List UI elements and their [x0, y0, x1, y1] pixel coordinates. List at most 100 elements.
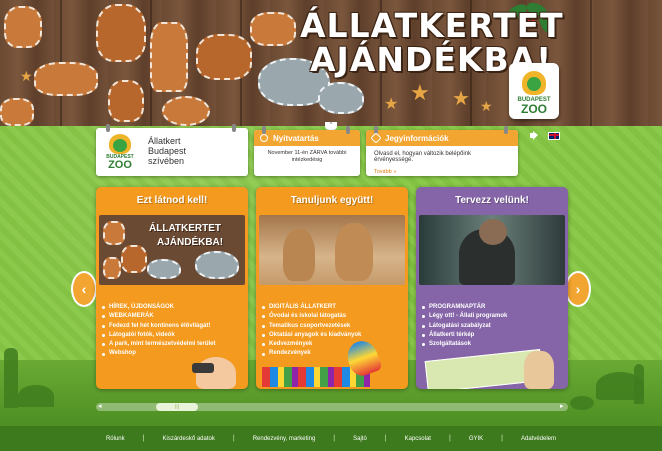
- carousel-prev-button[interactable]: ‹: [71, 271, 97, 307]
- slider-right-arrow[interactable]: ▸: [560, 402, 564, 410]
- zoo-tagline-line1: Állatkert: [148, 136, 181, 146]
- wood-plank-line: [590, 0, 592, 126]
- ticket-info-card[interactable]: Jegyinformációk Olvasd el, hogyan változ…: [366, 126, 518, 176]
- gingerbread-lion-cookie: [196, 34, 252, 80]
- gingerbread-round-cookie: [162, 96, 210, 126]
- list-item[interactable]: Látogatói fotók, videók: [102, 331, 215, 340]
- footer-separator: |: [232, 435, 235, 442]
- footer-link-faq[interactable]: GYIK: [469, 436, 483, 442]
- gingerbread-cookie: [103, 257, 121, 279]
- gray-elephant-cookie: [147, 259, 181, 279]
- fennec-fox-figure: [524, 351, 554, 389]
- image-title-line1: ÁLLATKERTET: [149, 223, 222, 234]
- list-item[interactable]: Oktatási anyagok és kiadványok: [262, 331, 361, 340]
- gray-hedgehog-cookie: [318, 82, 364, 114]
- holiday-banner[interactable]: ★ ★ ★ ★ ★ ÁLLATKERTET AJÁNDÉKBA! BUDAPES…: [0, 0, 662, 126]
- ticket-info-title: Jegyinformációk: [385, 133, 449, 143]
- antelope-silhouette-icon: [570, 396, 594, 410]
- star-cookie-icon: ★: [384, 96, 399, 113]
- star-cookie-icon: ★: [452, 88, 470, 110]
- child-figure: [196, 357, 236, 389]
- list-item[interactable]: Óvodai és iskolai látogatás: [262, 312, 361, 321]
- zoo-logo[interactable]: BUDAPEST ZOO: [104, 134, 136, 172]
- ticket-icon: [370, 132, 382, 144]
- footer-separator: |: [501, 435, 503, 442]
- panel-plan-with-us[interactable]: Tervezz velünk! PROGRAMNAPTÁR Légy ott! …: [416, 187, 568, 389]
- opening-hours-title: Nyitvatartás: [273, 133, 319, 143]
- pin-icon: [106, 124, 110, 132]
- list-item[interactable]: WEBKAMERÁK: [102, 312, 215, 321]
- carousel-scrollbar-thumb[interactable]: |||: [156, 403, 198, 411]
- list-item[interactable]: Fedezd fel hét kontinens élővilágát!: [102, 322, 215, 331]
- binoculars-icon: [192, 363, 214, 373]
- gingerbread-cookie: [103, 221, 125, 245]
- list-item[interactable]: Légy ott! - Állati programok: [422, 312, 507, 321]
- footer-separator: |: [384, 435, 387, 442]
- gingerbread-giraffe-cookie: [150, 22, 188, 92]
- logo-zoo-text: ZOO: [521, 102, 547, 116]
- footer-link-press[interactable]: Sajtó: [353, 436, 367, 442]
- books-and-parrot-image: [256, 336, 408, 389]
- english-flag-icon[interactable]: [548, 131, 560, 140]
- prairie-dogs-image[interactable]: [259, 215, 405, 285]
- opening-hours-header[interactable]: Nyitvatartás: [254, 130, 360, 146]
- gray-elephant-cookie: [195, 251, 239, 279]
- footer-link-contact[interactable]: Kapcsolat: [405, 436, 431, 442]
- panel-must-see[interactable]: Ezt látnod kell! ÁLLATKERTET AJÁNDÉKBA! …: [96, 187, 248, 389]
- carousel-next-button[interactable]: ›: [565, 271, 591, 307]
- list-item[interactable]: DIGITÁLIS ÁLLATKERT: [262, 303, 361, 312]
- map-and-fox-image: [416, 349, 568, 389]
- list-item[interactable]: Tematikus csoportvezetések: [262, 322, 361, 331]
- list-item[interactable]: Állatkerti térkép: [422, 331, 507, 340]
- list-item[interactable]: Látogatási szabályzat: [422, 322, 507, 331]
- panel-title: Tanuljunk együtt!: [290, 195, 374, 206]
- opening-hours-text: November 11-én ZÁRVA további intézkedési…: [267, 150, 347, 163]
- zoo-logo-tag[interactable]: BUDAPEST ZOO: [509, 63, 559, 119]
- zookeeper-image[interactable]: [419, 215, 565, 285]
- footer-separator: |: [333, 435, 336, 442]
- star-cookie-icon: ★: [480, 98, 493, 114]
- list-item[interactable]: HÍREK, ÚJDONSÁGOK: [102, 303, 215, 312]
- gingerbread-cookie: [4, 6, 42, 48]
- gingerbread-cookie: [121, 245, 147, 273]
- utility-controls: [530, 131, 560, 140]
- gingerbread-owl-cookie: [108, 80, 144, 122]
- collapse-header-tab[interactable]: ^: [325, 122, 337, 130]
- panel-title: Ezt látnod kell!: [136, 195, 208, 206]
- gingerbread-bird-cookie: [250, 12, 296, 46]
- opening-hours-card[interactable]: Nyitvatartás November 11-én ZÁRVA tovább…: [254, 126, 360, 176]
- ticket-info-header[interactable]: Jegyinformációk: [366, 130, 518, 146]
- list-item[interactable]: PROGRAMNAPTÁR: [422, 303, 507, 312]
- zoo-tree-logo-icon: [109, 134, 131, 154]
- holiday-gift-image[interactable]: ÁLLATKERTET AJÁNDÉKBA!: [99, 215, 245, 285]
- gingerbread-reindeer-cookie: [96, 4, 146, 62]
- pin-icon: [504, 126, 508, 134]
- footer-link-about[interactable]: Rólunk: [106, 436, 125, 442]
- child-with-binoculars-image: [96, 349, 248, 389]
- sound-toggle-icon[interactable]: [530, 131, 540, 140]
- footer-separator: |: [142, 435, 145, 442]
- zoo-tagline-line3: szívében: [148, 156, 185, 166]
- footer-link-public-data[interactable]: Kiszárdeskő adatok: [162, 436, 214, 442]
- logo-zoo-text: ZOO: [108, 159, 132, 171]
- giraffe-silhouette-icon: [4, 348, 18, 408]
- pin-icon: [346, 126, 350, 134]
- prairie-dog-figure: [335, 223, 373, 281]
- clock-icon: [260, 134, 268, 142]
- panel-title: Tervezz velünk!: [455, 195, 529, 206]
- pin-icon: [262, 126, 266, 134]
- star-cookie-icon: ★: [20, 68, 33, 84]
- image-title-line2: AJÁNDÉKBA!: [157, 237, 224, 248]
- tree-silhouette-icon: [634, 364, 644, 404]
- ticket-more-link[interactable]: Tovább »: [366, 169, 518, 175]
- footer-nav: Rólunk | Kiszárdeskő adatok | Rendezvény…: [0, 426, 662, 451]
- footer-link-privacy[interactable]: Adatvédelem: [521, 436, 556, 442]
- animal-silhouette-icon: [18, 385, 54, 407]
- carousel-scrollbar[interactable]: |||: [96, 403, 568, 411]
- panel-learn-together[interactable]: Tanuljunk együtt! DIGITÁLIS ÁLLATKERT Óv…: [256, 187, 408, 389]
- zoo-tagline-line2: Budapest: [148, 146, 187, 156]
- gingerbread-animal-cookie: [34, 62, 98, 96]
- zoo-identity-card[interactable]: BUDAPEST ZOO Állatkert Budapest szívében: [96, 124, 248, 176]
- scrollbar-grip-icon: |||: [175, 404, 179, 410]
- footer-link-events[interactable]: Rendezvény, marketing: [253, 436, 316, 442]
